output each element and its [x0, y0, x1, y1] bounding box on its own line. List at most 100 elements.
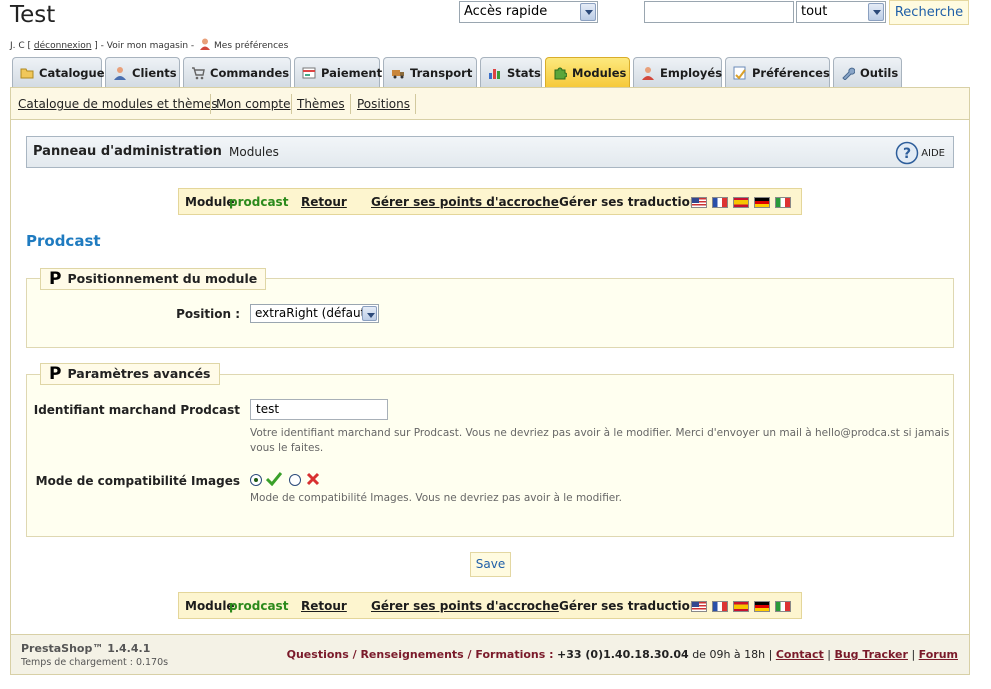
divider — [350, 94, 351, 114]
search-input[interactable] — [644, 1, 794, 23]
cross-icon — [306, 472, 320, 486]
manage-hooks-link[interactable]: Gérer ses points d'accroche — [371, 195, 559, 209]
module-prefix: Module — [185, 599, 235, 613]
footer-hours: de 09h à 18h — [692, 648, 766, 661]
tab-label: Modules — [572, 66, 627, 80]
tab-label: Catalogue — [39, 66, 105, 80]
module-name: prodcast — [229, 195, 289, 209]
stats-icon — [489, 69, 500, 79]
footer-load-time: Temps de chargement : 0.170s — [21, 657, 169, 668]
quick-access-select[interactable]: Accès rapide — [459, 1, 598, 23]
sub-navigation: Catalogue de modules et thèmes Mon compt… — [10, 87, 970, 120]
breadcrumb-home[interactable]: Panneau d'administration — [33, 144, 222, 159]
back-link[interactable]: Retour — [301, 599, 347, 613]
advanced-legend-text: Paramètres avancés — [67, 366, 211, 381]
user-icon — [200, 38, 211, 50]
cart-icon — [192, 67, 205, 80]
customers-icon — [114, 67, 126, 80]
breadcrumb-separator: › — [204, 143, 210, 159]
employee-icon — [642, 67, 654, 80]
footer: PrestaShop™ 1.4.4.1 Temps de chargement … — [10, 634, 970, 675]
flag-de-icon[interactable] — [754, 197, 770, 208]
module-logo-icon: P — [49, 269, 62, 289]
tab-employes[interactable]: Employés — [633, 57, 722, 87]
logout-link[interactable]: déconnexion — [34, 41, 92, 51]
module-logo-icon: P — [49, 364, 62, 384]
tab-paiement[interactable]: Paiement — [294, 57, 383, 87]
flag-it-icon[interactable] — [775, 197, 791, 208]
merchant-id-input[interactable]: test — [250, 399, 388, 420]
help-button[interactable]: ? AIDE — [895, 141, 945, 166]
module-prefix: Module — [185, 195, 235, 209]
page-title: Prodcast — [26, 232, 101, 250]
tab-label: Stats — [507, 66, 541, 80]
tab-label: Outils — [860, 66, 899, 80]
wrench-icon — [842, 67, 855, 80]
footer-phone: +33 (0)1.40.18.30.04 — [557, 648, 689, 661]
module-toolbar-bottom: Module prodcast Retour Gérer ses points … — [178, 592, 802, 619]
search-button[interactable]: Recherche — [889, 0, 969, 25]
translations-label: Gérer ses traductions — [559, 195, 706, 209]
flag-es-icon[interactable] — [733, 197, 749, 208]
subnav-catalogue-modules[interactable]: Catalogue de modules et thèmes — [18, 97, 218, 111]
puzzle-icon — [554, 67, 567, 80]
tab-modules[interactable]: Modules — [545, 57, 630, 87]
translations-label: Gérer ses traductions — [559, 599, 706, 613]
flag-us-icon[interactable] — [691, 601, 707, 612]
merchant-id-label: Identifiant marchand Prodcast — [33, 403, 240, 417]
flag-de-icon[interactable] — [754, 601, 770, 612]
user-name: J. C — [10, 41, 25, 51]
flag-us-icon[interactable] — [691, 197, 707, 208]
search-scope-select[interactable]: tout — [796, 1, 886, 23]
truck-icon — [392, 70, 404, 79]
quick-access-value: Accès rapide — [464, 4, 548, 19]
divider — [210, 94, 211, 114]
divider — [291, 94, 292, 114]
tab-label: Paiement — [321, 66, 383, 80]
chevron-down-icon — [362, 306, 377, 321]
module-name: prodcast — [229, 599, 289, 613]
flag-es-icon[interactable] — [733, 601, 749, 612]
chevron-down-icon — [580, 3, 596, 21]
breadcrumb-current: Modules — [229, 145, 279, 159]
user-line: J. C [ déconnexion ] - Voir mon magasin … — [10, 38, 288, 51]
manage-hooks-link[interactable]: Gérer ses points d'accroche — [371, 599, 559, 613]
contact-link[interactable]: Contact — [776, 648, 824, 661]
preferences-icon — [733, 66, 746, 80]
flag-fr-icon[interactable] — [712, 197, 728, 208]
position-select[interactable]: extraRight (défaut) — [250, 304, 379, 323]
advanced-legend: P Paramètres avancés — [40, 363, 220, 385]
compat-mode-label: Mode de compatibilité Images — [35, 474, 240, 488]
payment-icon — [302, 67, 316, 79]
tab-transport[interactable]: Transport — [383, 57, 477, 87]
subnav-themes[interactable]: Thèmes — [297, 97, 345, 111]
forum-link[interactable]: Forum — [919, 648, 958, 661]
bug-tracker-link[interactable]: Bug Tracker — [834, 648, 908, 661]
tab-preferences[interactable]: Préférences — [725, 57, 830, 87]
folder-icon — [20, 68, 34, 79]
tab-catalogue[interactable]: Catalogue — [12, 57, 105, 87]
tab-label: Clients — [132, 66, 177, 80]
preferences-link[interactable]: Mes préférences — [214, 41, 288, 51]
subnav-mon-compte[interactable]: Mon compte — [216, 97, 290, 111]
flag-it-icon[interactable] — [775, 601, 791, 612]
subnav-positions[interactable]: Positions — [357, 97, 410, 111]
tab-commandes[interactable]: Commandes — [183, 57, 291, 87]
compat-yes-radio[interactable] — [250, 474, 262, 486]
shop-title: Test — [10, 2, 56, 28]
tab-stats[interactable]: Stats — [480, 57, 542, 87]
back-link[interactable]: Retour — [301, 195, 347, 209]
compat-no-radio[interactable] — [289, 474, 301, 486]
tab-clients[interactable]: Clients — [105, 57, 180, 87]
position-label: Position : — [176, 307, 240, 321]
tab-outils[interactable]: Outils — [833, 57, 902, 87]
tab-label: Commandes — [210, 66, 290, 80]
flag-fr-icon[interactable] — [712, 601, 728, 612]
view-shop-link[interactable]: Voir mon magasin — [107, 41, 188, 51]
positioning-legend: P Positionnement du module — [40, 268, 267, 290]
position-value: extraRight (défaut) — [255, 306, 370, 320]
positioning-legend-text: Positionnement du module — [67, 271, 258, 286]
compat-mode-help: Mode de compatibilité Images. Vous ne de… — [250, 492, 622, 504]
save-button[interactable]: Save — [470, 552, 511, 577]
svg-text:?: ? — [903, 146, 911, 162]
